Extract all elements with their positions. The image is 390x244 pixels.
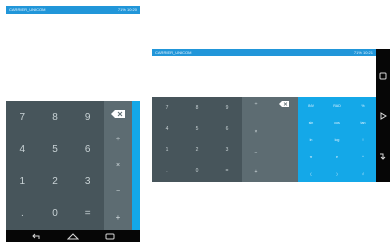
percent-button[interactable]: %	[350, 97, 376, 114]
landscape-home-button[interactable]	[376, 111, 390, 121]
landscape-digit-3-button[interactable]: 3	[212, 140, 242, 161]
digit-7-button[interactable]: 7	[6, 101, 39, 133]
landscape-advanced-panel: INV RAD % sin cos tan ln log ! π e ^ ( )…	[298, 97, 376, 182]
portrait-status-bar: CARRIER_UNICOM 71% 10:20	[6, 6, 140, 14]
landscape-digit-7-button[interactable]: 7	[152, 97, 182, 118]
recents-icon	[105, 233, 115, 239]
back-icon	[380, 153, 386, 160]
landscape-minus-button[interactable]: −	[242, 146, 270, 160]
digit-5-button[interactable]: 5	[39, 133, 72, 165]
landscape-keypad: 7 8 9 4 5 6 1 2 3 . 0 =	[152, 97, 242, 182]
landscape-operator-panel: ÷ × − +	[242, 97, 298, 182]
landscape-back-button[interactable]	[376, 151, 390, 161]
sin-button[interactable]: sin	[298, 114, 324, 131]
portrait-display[interactable]	[6, 14, 140, 101]
divide-button[interactable]: ÷	[104, 127, 132, 152]
portrait-keypad: 7 8 9 4 5 6 1 2 3 . 0 =	[6, 101, 104, 230]
ln-button[interactable]: ln	[298, 131, 324, 148]
landscape-carrier: CARRIER_UNICOM	[155, 50, 192, 55]
landscape-digit-8-button[interactable]: 8	[182, 97, 212, 118]
home-icon	[380, 112, 387, 120]
digit-0-button[interactable]: 0	[39, 198, 72, 230]
landscape-digit-0-button[interactable]: 0	[182, 161, 212, 182]
back-icon	[32, 233, 40, 239]
landscape-divide-button[interactable]: ÷	[242, 97, 270, 111]
landscape-decimal-button[interactable]: .	[152, 161, 182, 182]
power-button[interactable]: ^	[350, 148, 376, 165]
backspace-icon	[111, 110, 125, 118]
close-paren-button[interactable]: )	[324, 165, 350, 182]
digit-2-button[interactable]: 2	[39, 166, 72, 198]
landscape-calculator: CARRIER_UNICOM 71% 10:21 7 8 9 4 5 6 1 2…	[152, 49, 390, 182]
sqrt-button[interactable]: √	[350, 165, 376, 182]
landscape-plus-button[interactable]: +	[242, 165, 270, 179]
landscape-nav-bar	[376, 49, 390, 182]
digit-6-button[interactable]: 6	[71, 133, 104, 165]
digit-1-button[interactable]: 1	[6, 166, 39, 198]
recents-button[interactable]	[104, 232, 116, 240]
digit-9-button[interactable]: 9	[71, 101, 104, 133]
equals-button[interactable]: =	[71, 198, 104, 230]
landscape-digit-9-button[interactable]: 9	[212, 97, 242, 118]
home-button[interactable]	[66, 232, 80, 240]
portrait-status-right: 71% 10:20	[117, 7, 137, 12]
factorial-button[interactable]: !	[350, 131, 376, 148]
log-button[interactable]: log	[324, 131, 350, 148]
landscape-equals-button[interactable]: =	[212, 161, 242, 182]
recents-icon	[379, 72, 387, 80]
decimal-button[interactable]: .	[6, 198, 39, 230]
rad-button[interactable]: RAD	[324, 97, 350, 114]
back-button[interactable]	[30, 232, 42, 240]
portrait-carrier: CARRIER_UNICOM	[9, 7, 46, 12]
backspace-icon	[279, 101, 289, 107]
landscape-digit-4-button[interactable]: 4	[152, 118, 182, 139]
multiply-button[interactable]: ×	[104, 152, 132, 178]
portrait-operator-panel: ÷ × − +	[104, 101, 132, 230]
landscape-display[interactable]	[152, 56, 376, 97]
inv-button[interactable]: INV	[298, 97, 324, 114]
landscape-status-bar: CARRIER_UNICOM 71% 10:21	[152, 49, 376, 56]
landscape-recents-button[interactable]	[376, 71, 390, 81]
landscape-digit-1-button[interactable]: 1	[152, 140, 182, 161]
digit-4-button[interactable]: 4	[6, 133, 39, 165]
portrait-advanced-edge[interactable]	[132, 101, 140, 230]
cos-button[interactable]: cos	[324, 114, 350, 131]
landscape-digit-2-button[interactable]: 2	[182, 140, 212, 161]
home-icon	[67, 232, 79, 239]
digit-8-button[interactable]: 8	[39, 101, 72, 133]
digit-3-button[interactable]: 3	[71, 166, 104, 198]
pi-button[interactable]: π	[298, 148, 324, 165]
landscape-digit-6-button[interactable]: 6	[212, 118, 242, 139]
portrait-nav-bar	[6, 230, 140, 242]
landscape-multiply-button[interactable]: ×	[242, 125, 270, 139]
tan-button[interactable]: tan	[350, 114, 376, 131]
portrait-calculator: CARRIER_UNICOM 71% 10:20 7 8 9 4 5 6 1 2…	[6, 6, 140, 242]
plus-button[interactable]: +	[104, 204, 132, 230]
landscape-status-right: 71% 10:21	[353, 50, 373, 55]
open-paren-button[interactable]: (	[298, 165, 324, 182]
e-button[interactable]: e	[324, 148, 350, 165]
delete-button[interactable]	[104, 101, 132, 127]
landscape-delete-button[interactable]	[270, 97, 298, 111]
minus-button[interactable]: −	[104, 178, 132, 204]
landscape-digit-5-button[interactable]: 5	[182, 118, 212, 139]
